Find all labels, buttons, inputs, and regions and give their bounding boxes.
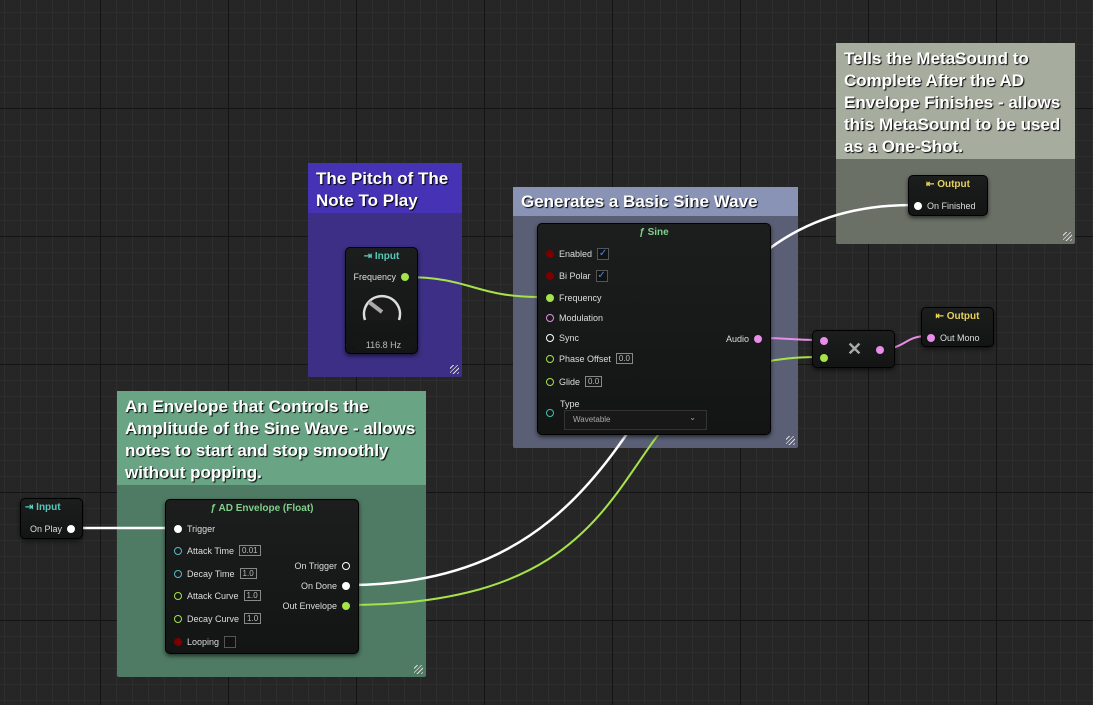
type-dropdown[interactable]: Wavetable ⌄	[564, 410, 707, 430]
pin-label: On Play	[29, 524, 62, 534]
attack-curve-field[interactable]: 1.0	[243, 590, 261, 601]
type-pin[interactable]	[546, 409, 554, 417]
pin-label: Phase Offset	[559, 353, 611, 364]
enabled-pin[interactable]	[546, 250, 554, 258]
frequency-input-pin[interactable]	[546, 294, 554, 302]
output-on-finished-node[interactable]: ⇤ Output On Finished	[908, 175, 988, 216]
phase-offset-field[interactable]: 0.0	[615, 353, 633, 364]
knob-value[interactable]: 116.8 Hz	[356, 340, 411, 350]
attack-time-field[interactable]: 0.01	[239, 545, 261, 556]
decay-curve-field[interactable]: 1.0	[244, 613, 262, 624]
type-value: Wavetable	[573, 415, 611, 424]
decay-time-field[interactable]: 1.0	[239, 568, 257, 579]
pin-label: Out Envelope	[282, 601, 337, 611]
pin-label: Type	[560, 399, 580, 409]
output-icon: ⇤	[926, 179, 938, 190]
pin-label: Frequency	[353, 272, 396, 282]
looping-pin[interactable]	[174, 638, 182, 646]
pin-label: Looping	[187, 637, 220, 647]
on-finished-pin[interactable]	[914, 202, 922, 210]
pin-label: Trigger	[187, 524, 216, 534]
pin-label: Bi Polar	[559, 271, 591, 281]
audio-output-pin[interactable]	[754, 335, 762, 343]
pin-label: On Trigger	[294, 561, 337, 571]
multiply-output-pin[interactable]	[876, 346, 884, 354]
pin-label: Audio	[725, 334, 749, 344]
on-play-pin[interactable]	[67, 525, 75, 533]
pin-label: On Finished	[927, 201, 976, 211]
trigger-pin[interactable]	[174, 525, 182, 533]
wire-frequency[interactable]	[404, 276, 541, 298]
multiply-input-a-pin[interactable]	[820, 337, 828, 345]
pin-label: Attack Curve	[187, 590, 239, 601]
glide-field[interactable]: 0.0	[585, 376, 603, 387]
pin-label: Frequency	[559, 293, 602, 303]
on-done-pin[interactable]	[342, 582, 350, 590]
bipolar-checkbox[interactable]: ✓	[595, 270, 608, 282]
pin-label: Decay Curve	[187, 613, 240, 624]
pin-label: On Done	[300, 581, 337, 591]
frequency-input-node[interactable]: ⇥ Input Frequency 116.8 Hz	[345, 247, 418, 354]
bipolar-pin[interactable]	[546, 272, 554, 280]
node-title: Input	[36, 502, 61, 513]
play-input-node[interactable]: ⇥ Input On Play	[20, 498, 83, 539]
decay-curve-pin[interactable]	[174, 614, 182, 623]
node-title: Input	[374, 251, 400, 262]
pin-label: Attack Time	[187, 545, 235, 556]
phase-offset-pin[interactable]	[546, 354, 554, 363]
pin-label: Enabled	[559, 249, 593, 259]
pin-label: Modulation	[559, 313, 604, 323]
out-envelope-pin[interactable]	[342, 602, 350, 610]
glide-pin[interactable]	[546, 377, 554, 386]
ad-envelope-node[interactable]: ƒ AD Envelope (Float) Trigger Attack Tim…	[165, 499, 359, 654]
multiply-node[interactable]: ✕	[812, 330, 895, 368]
out-mono-pin[interactable]	[927, 334, 935, 342]
frequency-knob[interactable]	[357, 288, 407, 328]
output-out-mono-node[interactable]: ⇤ Output Out Mono	[921, 307, 994, 347]
pin-label: Decay Time	[187, 568, 235, 579]
modulation-pin[interactable]	[546, 314, 554, 322]
attack-time-pin[interactable]	[174, 546, 182, 555]
input-icon: ⇥	[25, 502, 37, 513]
pin-label: Out Mono	[940, 333, 980, 343]
on-trigger-pin[interactable]	[342, 562, 350, 570]
node-title: ƒ Sine	[639, 227, 669, 238]
pin-label: Glide	[559, 376, 581, 387]
node-title: ƒ AD Envelope (Float)	[210, 503, 314, 514]
enabled-checkbox[interactable]: ✓	[597, 248, 610, 260]
sync-pin[interactable]	[546, 334, 554, 342]
attack-curve-pin[interactable]	[174, 591, 182, 600]
output-icon: ⇤	[935, 311, 947, 322]
node-title: Output	[946, 311, 980, 322]
node-title: Output	[937, 179, 970, 190]
frequency-output-pin[interactable]	[401, 273, 409, 281]
decay-time-pin[interactable]	[174, 569, 182, 578]
looping-checkbox[interactable]	[224, 636, 237, 648]
input-icon: ⇥	[363, 251, 375, 262]
multiply-icon: ✕	[847, 339, 863, 359]
chevron-down-icon: ⌄	[689, 413, 696, 422]
multiply-input-b-pin[interactable]	[820, 354, 828, 362]
pin-label: Sync	[559, 333, 580, 343]
sine-node[interactable]: ƒ Sine Enabled ✓ Bi Polar ✓ Frequency Modu…	[537, 223, 771, 435]
